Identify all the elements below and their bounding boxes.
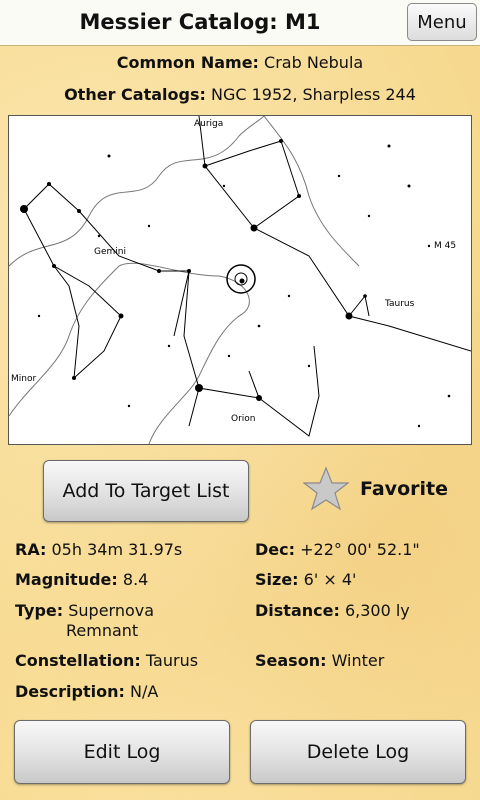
magnitude-value: 8.4 bbox=[122, 570, 149, 589]
add-to-target-list-button[interactable]: Add To Target List bbox=[43, 460, 249, 522]
milky-way-boundary bbox=[8, 115, 360, 445]
title-bar: Messier Catalog: M1 Menu bbox=[0, 0, 480, 46]
size-label: Size: bbox=[255, 570, 299, 589]
constellation-label: Constellation: bbox=[15, 651, 141, 670]
star-chart-svg: Auriga Gemini Taurus M 45 Orion Minor bbox=[8, 115, 472, 445]
description-label: Description: bbox=[15, 682, 125, 701]
magnitude-row: Magnitude: 8.4 bbox=[15, 570, 148, 590]
dec-row: Dec: +22° 00' 52.1" bbox=[255, 540, 420, 560]
description-row: Description: N/A bbox=[15, 682, 158, 702]
delete-log-button[interactable]: Delete Log bbox=[250, 720, 466, 784]
map-label-taurus: Taurus bbox=[384, 299, 415, 309]
common-name-row: Common Name: Crab Nebula bbox=[0, 53, 480, 72]
type-value-line2: Remnant bbox=[66, 621, 139, 640]
other-catalogs-row: Other Catalogs: NGC 1952, Sharpless 244 bbox=[0, 85, 480, 104]
dec-value: +22° 00' 52.1" bbox=[300, 540, 420, 559]
distance-label: Distance: bbox=[255, 601, 340, 620]
size-row: Size: 6' × 4' bbox=[255, 570, 356, 590]
favorite-label: Favorite bbox=[360, 478, 448, 500]
type-label: Type: bbox=[15, 601, 64, 620]
edit-log-button[interactable]: Edit Log bbox=[14, 720, 230, 784]
description-value: N/A bbox=[129, 682, 159, 701]
season-row: Season: Winter bbox=[255, 651, 384, 671]
constellation-lines bbox=[23, 115, 472, 437]
season-label: Season: bbox=[255, 651, 327, 670]
map-label-minor: Minor bbox=[11, 374, 36, 384]
page-title: Messier Catalog: M1 bbox=[79, 10, 321, 34]
ra-label: RA: bbox=[15, 540, 47, 559]
other-catalogs-value: NGC 1952, Sharpless 244 bbox=[210, 85, 416, 104]
dec-label: Dec: bbox=[255, 540, 296, 559]
map-label-orion: Orion bbox=[231, 414, 256, 424]
type-continuation: Remnant bbox=[66, 621, 138, 641]
magnitude-label: Magnitude: bbox=[15, 570, 118, 589]
constellation-row: Constellation: Taurus bbox=[15, 651, 198, 671]
type-row: Type: Supernova bbox=[15, 601, 154, 621]
map-label-auriga: Auriga bbox=[194, 119, 223, 129]
ra-value: 05h 34m 31.97s bbox=[51, 540, 183, 559]
other-catalogs-label: Other Catalogs: bbox=[64, 85, 206, 104]
distance-row: Distance: 6,300 ly bbox=[255, 601, 410, 621]
ra-row: RA: 05h 34m 31.97s bbox=[15, 540, 182, 560]
season-value: Winter bbox=[331, 651, 385, 670]
constellation-value: Taurus bbox=[145, 651, 199, 670]
common-name-label: Common Name: bbox=[116, 53, 259, 72]
type-value-line1: Supernova bbox=[68, 601, 155, 620]
favorite-star-icon[interactable] bbox=[303, 466, 349, 512]
map-label-m45: M 45 bbox=[434, 241, 456, 251]
menu-button[interactable]: Menu bbox=[407, 3, 477, 41]
star-chart[interactable]: Auriga Gemini Taurus M 45 Orion Minor bbox=[8, 115, 472, 445]
map-label-gemini: Gemini bbox=[94, 247, 126, 257]
distance-value: 6,300 ly bbox=[344, 601, 410, 620]
common-name-value: Crab Nebula bbox=[264, 53, 364, 72]
size-value: 6' × 4' bbox=[303, 570, 357, 589]
